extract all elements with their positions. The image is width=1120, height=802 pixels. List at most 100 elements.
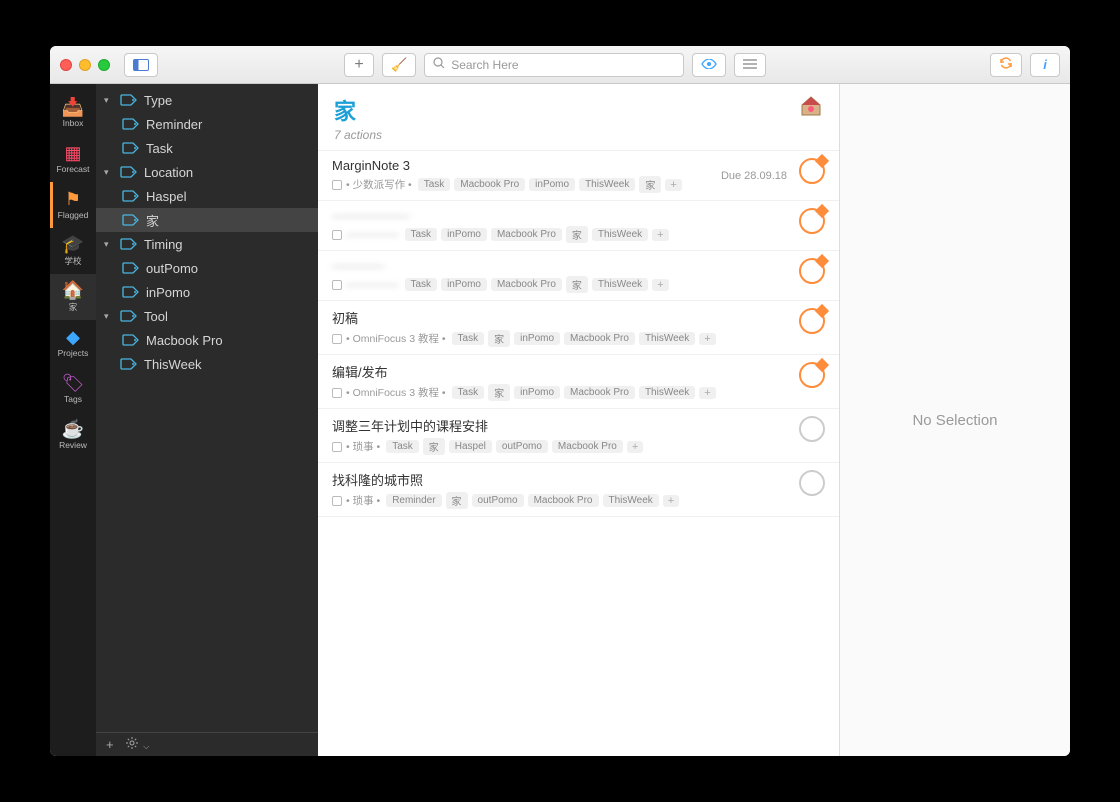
tag-pill[interactable]: Task: [452, 386, 485, 399]
tag-pill[interactable]: Macbook Pro: [454, 178, 525, 191]
note-icon[interactable]: [332, 388, 342, 398]
cleanup-button[interactable]: 🧹: [382, 53, 416, 77]
sidebar-tag[interactable]: inPomo: [96, 280, 318, 304]
status-circle[interactable]: [799, 416, 825, 442]
add-button[interactable]: +: [344, 53, 374, 77]
tag-pill[interactable]: ThisWeek: [579, 178, 635, 191]
tag-pill[interactable]: ThisWeek: [592, 228, 648, 241]
perspective-forecast[interactable]: ▦Forecast: [50, 136, 96, 182]
sidebar-tag[interactable]: Task: [96, 136, 318, 160]
project-label[interactable]: —————: [346, 229, 399, 241]
sidebar-tag[interactable]: 家: [96, 208, 318, 232]
add-tag-button[interactable]: +: [652, 279, 668, 291]
sidebar-group[interactable]: ▾Tool: [96, 304, 318, 328]
status-circle[interactable]: [799, 308, 825, 334]
tag-pill[interactable]: ThisWeek: [603, 494, 659, 507]
action-row[interactable]: ———————————TaskinPomoMacbook Pro家ThisWee…: [318, 201, 839, 251]
action-row[interactable]: 找科隆的城市照• 琐事 •Reminder家outPomoMacbook Pro…: [318, 463, 839, 517]
tag-pill[interactable]: 家: [566, 226, 588, 243]
note-icon[interactable]: [332, 230, 342, 240]
tag-pill[interactable]: Macbook Pro: [528, 494, 599, 507]
tag-pill[interactable]: Reminder: [386, 494, 441, 507]
close-button[interactable]: [60, 59, 72, 71]
tag-pill[interactable]: Task: [418, 178, 451, 191]
info-button[interactable]: i: [1030, 53, 1060, 77]
tag-pill[interactable]: 家: [639, 176, 661, 193]
tag-pill[interactable]: Macbook Pro: [564, 332, 635, 345]
sidebar-toggle-button[interactable]: [124, 53, 158, 77]
sync-button[interactable]: [990, 53, 1022, 77]
search-field[interactable]: Search Here: [424, 53, 684, 77]
project-label[interactable]: • 琐事 •: [346, 493, 380, 508]
action-row[interactable]: 初稿• OmniFocus 3 教程 •Task家inPomoMacbook P…: [318, 301, 839, 355]
project-label[interactable]: • OmniFocus 3 教程 •: [346, 331, 446, 346]
action-row[interactable]: 编辑/发布• OmniFocus 3 教程 •Task家inPomoMacboo…: [318, 355, 839, 409]
tag-pill[interactable]: Macbook Pro: [491, 228, 562, 241]
tag-pill[interactable]: inPomo: [441, 228, 487, 241]
add-tag-button[interactable]: +: [663, 495, 679, 507]
sidebar-tag[interactable]: Reminder: [96, 112, 318, 136]
tag-pill[interactable]: Task: [452, 332, 485, 345]
add-tag-button[interactable]: +: [652, 229, 668, 241]
project-label[interactable]: • 少数派写作 •: [346, 177, 412, 192]
sidebar-tag[interactable]: outPomo: [96, 256, 318, 280]
project-label[interactable]: • 琐事 •: [346, 439, 380, 454]
tag-pill[interactable]: ThisWeek: [639, 386, 695, 399]
tag-pill[interactable]: inPomo: [441, 278, 487, 291]
tag-pill[interactable]: outPomo: [496, 440, 548, 453]
action-row[interactable]: MarginNote 3• 少数派写作 •TaskMacbook ProinPo…: [318, 151, 839, 201]
sidebar-group[interactable]: ▾Timing: [96, 232, 318, 256]
zoom-button[interactable]: [98, 59, 110, 71]
tag-pill[interactable]: 家: [488, 384, 510, 401]
action-row[interactable]: —————————TaskinPomoMacbook Pro家ThisWeek+: [318, 251, 839, 301]
project-label[interactable]: • OmniFocus 3 教程 •: [346, 385, 446, 400]
tag-pill[interactable]: Macbook Pro: [552, 440, 623, 453]
tag-pill[interactable]: 家: [566, 276, 588, 293]
tag-pill[interactable]: Macbook Pro: [564, 386, 635, 399]
view-button[interactable]: [692, 53, 726, 77]
perspective-tags[interactable]: 🏷Tags: [50, 366, 96, 412]
tag-pill[interactable]: Task: [405, 278, 438, 291]
tag-pill[interactable]: ThisWeek: [639, 332, 695, 345]
status-circle[interactable]: [799, 258, 825, 284]
note-icon[interactable]: [332, 334, 342, 344]
tag-pill[interactable]: inPomo: [529, 178, 575, 191]
status-circle[interactable]: [799, 158, 825, 184]
sidebar-add-button[interactable]: +: [106, 737, 114, 752]
status-circle[interactable]: [799, 208, 825, 234]
status-circle[interactable]: [799, 470, 825, 496]
inspector-toggle-button[interactable]: [734, 53, 766, 77]
tag-pill[interactable]: 家: [488, 330, 510, 347]
note-icon[interactable]: [332, 496, 342, 506]
note-icon[interactable]: [332, 180, 342, 190]
tag-pill[interactable]: Macbook Pro: [491, 278, 562, 291]
sidebar-group[interactable]: ▾Location: [96, 160, 318, 184]
action-row[interactable]: 调整三年计划中的课程安排• 琐事 •Task家HaspeloutPomoMacb…: [318, 409, 839, 463]
tag-pill[interactable]: ThisWeek: [592, 278, 648, 291]
sidebar-tag[interactable]: Haspel: [96, 184, 318, 208]
sidebar-tag[interactable]: ThisWeek: [96, 352, 318, 376]
add-tag-button[interactable]: +: [699, 333, 715, 345]
perspective-projects[interactable]: ◆Projects: [50, 320, 96, 366]
project-label[interactable]: —————: [346, 279, 399, 291]
perspective-home[interactable]: 🏠家: [50, 274, 96, 320]
add-tag-button[interactable]: +: [665, 179, 681, 191]
perspective-inbox[interactable]: 📥Inbox: [50, 90, 96, 136]
perspective-review[interactable]: ☕Review: [50, 412, 96, 458]
minimize-button[interactable]: [79, 59, 91, 71]
tag-pill[interactable]: Task: [386, 440, 419, 453]
tag-pill[interactable]: 家: [423, 438, 445, 455]
sidebar-group[interactable]: ▾Type: [96, 88, 318, 112]
note-icon[interactable]: [332, 442, 342, 452]
tag-pill[interactable]: outPomo: [472, 494, 524, 507]
tag-pill[interactable]: 家: [446, 492, 468, 509]
perspective-school[interactable]: 🎓学校: [50, 228, 96, 274]
tag-pill[interactable]: Task: [405, 228, 438, 241]
tag-pill[interactable]: inPomo: [514, 332, 560, 345]
sidebar-tag[interactable]: Macbook Pro: [96, 328, 318, 352]
tag-pill[interactable]: Haspel: [449, 440, 492, 453]
note-icon[interactable]: [332, 280, 342, 290]
tag-pill[interactable]: inPomo: [514, 386, 560, 399]
sidebar-gear-button[interactable]: ⌵: [126, 737, 150, 752]
add-tag-button[interactable]: +: [699, 387, 715, 399]
